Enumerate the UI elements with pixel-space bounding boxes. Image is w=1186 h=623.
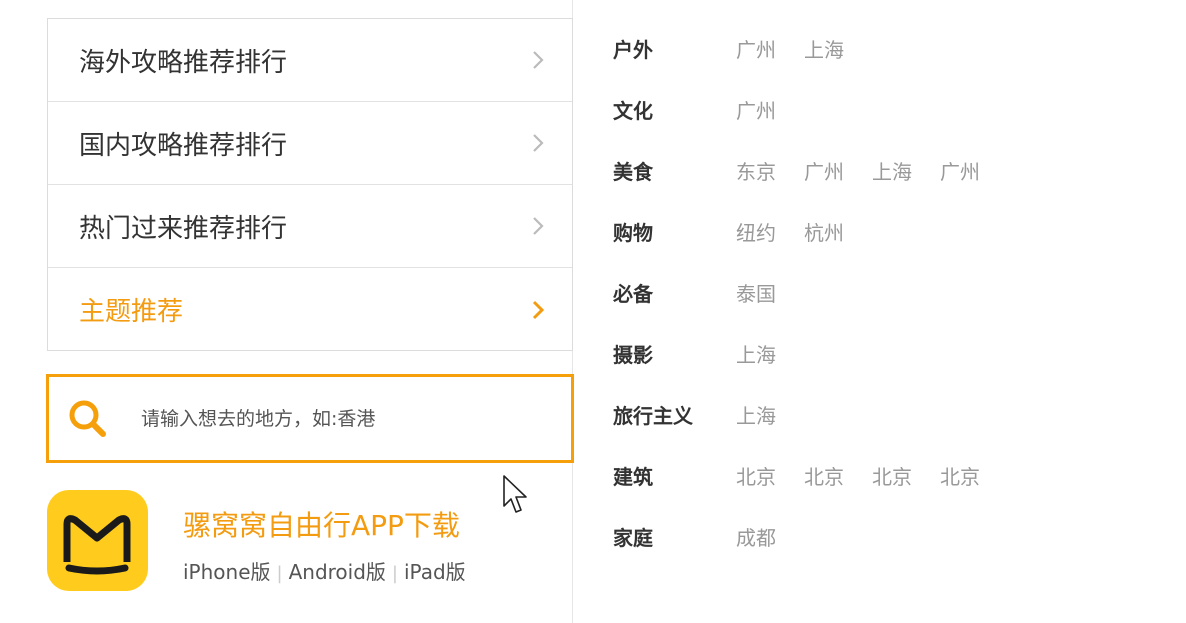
- city-link[interactable]: 北京: [940, 465, 980, 489]
- app-download-title[interactable]: 骡窝窝自由行APP下载: [183, 504, 460, 544]
- category-cities: 成都: [736, 522, 804, 551]
- category-name: 美食: [613, 160, 653, 184]
- category-cities: 北京 北京 北京 北京: [736, 461, 1008, 490]
- category-name: 户外: [613, 38, 653, 62]
- city-link[interactable]: 东京: [736, 160, 776, 184]
- category-name: 家庭: [613, 526, 653, 550]
- city-link[interactable]: 上海: [736, 343, 776, 367]
- app-logo-icon[interactable]: [47, 490, 148, 591]
- chevron-right-icon: [533, 134, 544, 152]
- menu-item-label: 国内攻略推荐排行: [79, 130, 288, 161]
- city-link[interactable]: 北京: [804, 465, 844, 489]
- category-name: 摄影: [613, 343, 653, 367]
- category-name: 旅行主义: [613, 404, 693, 428]
- category-cities: 广州: [736, 95, 804, 124]
- category-cities: 上海: [736, 400, 804, 429]
- city-link[interactable]: 北京: [872, 465, 912, 489]
- android-link[interactable]: Android版: [289, 560, 386, 584]
- category-cities: 东京 广州 上海 广州: [736, 156, 1008, 185]
- city-link[interactable]: 广州: [804, 160, 844, 184]
- city-link[interactable]: 广州: [736, 38, 776, 62]
- app-platform-links: iPhone版 | Android版 | iPad版: [183, 556, 466, 585]
- category-cities: 纽约 杭州: [736, 217, 872, 246]
- city-link[interactable]: 上海: [804, 38, 844, 62]
- guide-menu: 海外攻略推荐排行 国内攻略推荐排行 热门过来推荐排行 主题推荐: [47, 18, 573, 351]
- city-link[interactable]: 上海: [736, 404, 776, 428]
- category-cities: 泰国: [736, 278, 804, 307]
- category-cities: 广州 上海: [736, 34, 872, 63]
- menu-item-domestic[interactable]: 国内攻略推荐排行: [48, 102, 572, 185]
- chevron-right-icon: [533, 51, 544, 69]
- city-link[interactable]: 成都: [736, 526, 776, 550]
- menu-item-overseas[interactable]: 海外攻略推荐排行: [48, 19, 572, 102]
- separator: |: [391, 563, 398, 584]
- search-input[interactable]: [141, 399, 541, 439]
- city-link[interactable]: 杭州: [804, 221, 844, 245]
- search-box: [46, 374, 574, 463]
- search-icon[interactable]: [65, 396, 109, 440]
- menu-item-label: 海外攻略推荐排行: [79, 47, 288, 78]
- city-link[interactable]: 广州: [940, 160, 980, 184]
- category-name: 必备: [613, 282, 653, 306]
- separator: |: [276, 563, 283, 584]
- city-link[interactable]: 北京: [736, 465, 776, 489]
- iphone-link[interactable]: iPhone版: [183, 560, 271, 584]
- city-link[interactable]: 纽约: [736, 221, 776, 245]
- ipad-link[interactable]: iPad版: [404, 560, 466, 584]
- city-link[interactable]: 泰国: [736, 282, 776, 306]
- category-cities: 上海: [736, 339, 804, 368]
- menu-item-label: 主题推荐: [79, 297, 184, 327]
- city-link[interactable]: 上海: [872, 160, 912, 184]
- category-name: 文化: [613, 99, 653, 123]
- menu-item-theme[interactable]: 主题推荐: [48, 268, 572, 351]
- category-name: 建筑: [613, 465, 653, 489]
- city-link[interactable]: 广州: [736, 99, 776, 123]
- chevron-right-icon: [533, 217, 544, 235]
- chevron-right-icon: [532, 300, 545, 319]
- menu-item-popular[interactable]: 热门过来推荐排行: [48, 185, 572, 268]
- category-name: 购物: [613, 221, 653, 245]
- app-download-promo: 骡窝窝自由行APP下载 iPhone版 | Android版 | iPad版: [47, 490, 547, 600]
- menu-item-label: 热门过来推荐排行: [79, 213, 288, 244]
